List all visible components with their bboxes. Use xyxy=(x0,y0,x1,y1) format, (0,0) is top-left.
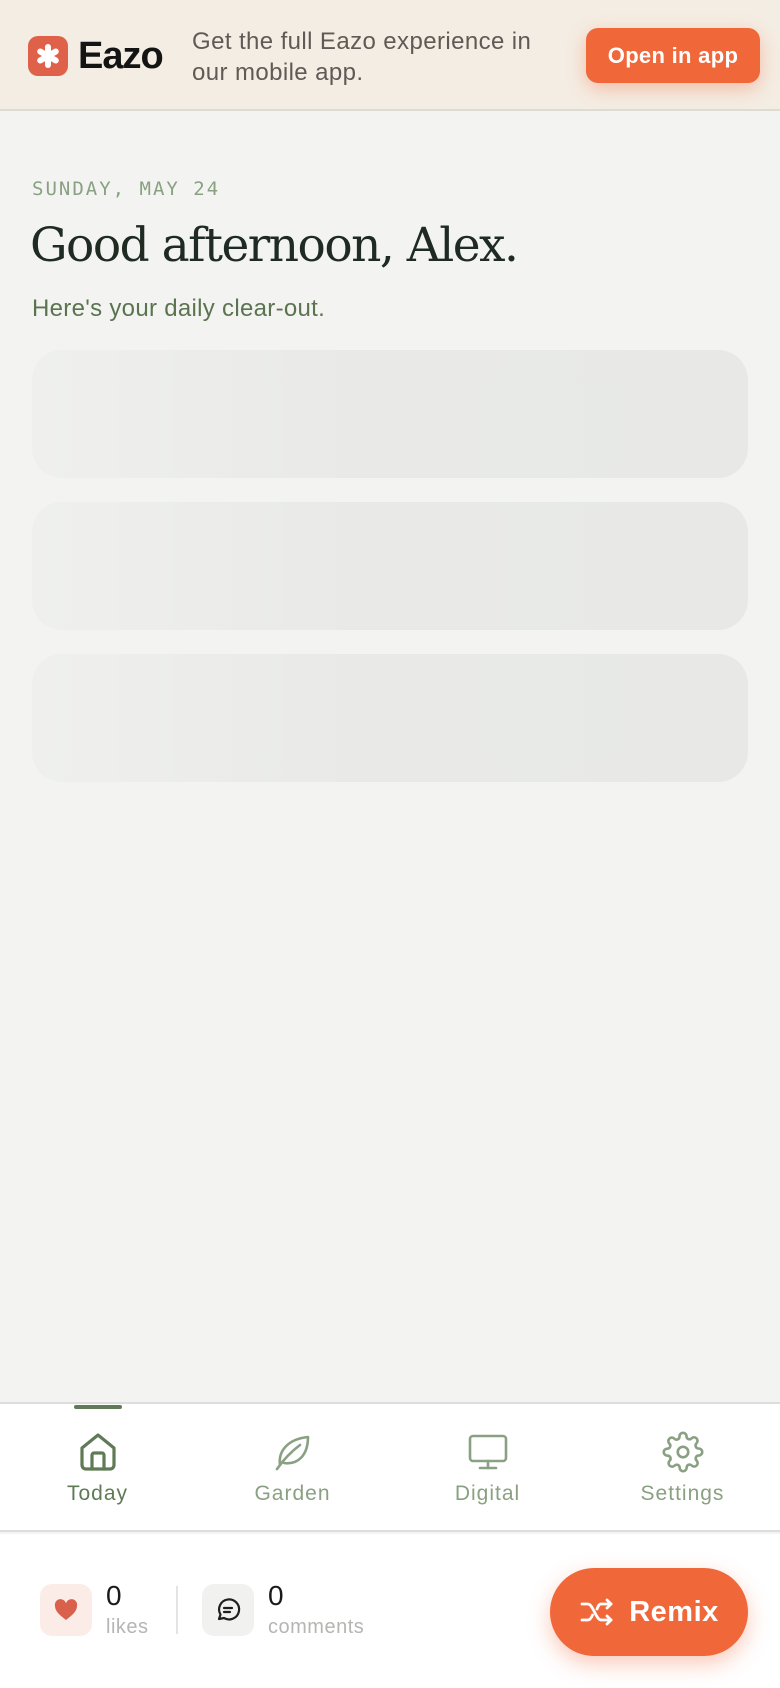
shuffle-icon xyxy=(580,1598,613,1626)
open-in-app-button[interactable]: Open in app xyxy=(586,28,760,83)
stats-divider xyxy=(176,1586,178,1634)
nav-item-digital[interactable]: Digital xyxy=(390,1404,585,1532)
heart-icon xyxy=(54,1599,78,1620)
bottom-nav: Today Garden Digital Settings xyxy=(0,1402,780,1532)
gear-icon xyxy=(661,1430,705,1474)
nav-label-today: Today xyxy=(66,1482,129,1505)
asterisk-logo-icon xyxy=(28,36,68,76)
comments-count: 0 xyxy=(268,1580,284,1611)
monitor-icon xyxy=(466,1430,510,1474)
remix-button[interactable]: Remix xyxy=(550,1568,748,1656)
greeting-subtitle: Here's your daily clear-out. xyxy=(32,295,326,322)
likes-label: likes xyxy=(106,1616,149,1638)
comments-button[interactable] xyxy=(202,1584,254,1636)
brand-logo: Eazo xyxy=(28,34,164,77)
nav-active-indicator xyxy=(73,1405,122,1409)
brand-name: Eazo xyxy=(78,34,164,77)
home-icon xyxy=(76,1430,120,1474)
app-banner: Eazo Get the full Eazo experience in our… xyxy=(0,0,780,111)
leaf-icon xyxy=(271,1430,315,1474)
nav-item-garden[interactable]: Garden xyxy=(195,1404,390,1532)
nav-item-settings[interactable]: Settings xyxy=(585,1404,780,1532)
nav-label-settings: Settings xyxy=(640,1482,725,1505)
comments-label: comments xyxy=(268,1616,365,1638)
skeleton-card xyxy=(32,654,748,782)
date-label: SUNDAY, MAY 24 xyxy=(32,178,221,200)
like-button[interactable] xyxy=(40,1584,92,1636)
comment-icon xyxy=(217,1598,241,1621)
greeting-title: Good afternoon, Alex. xyxy=(30,218,519,273)
skeleton-card xyxy=(32,502,748,630)
nav-label-garden: Garden xyxy=(254,1482,331,1505)
nav-label-digital: Digital xyxy=(454,1482,521,1505)
likes-count: 0 xyxy=(106,1580,122,1611)
footer-bar: 0 likes 0 comments Remix xyxy=(0,1534,780,1688)
banner-message: Get the full Eazo experience in our mobi… xyxy=(192,28,532,86)
remix-label: Remix xyxy=(629,1595,719,1628)
nav-item-today[interactable]: Today xyxy=(0,1404,195,1532)
skeleton-card xyxy=(32,350,748,478)
